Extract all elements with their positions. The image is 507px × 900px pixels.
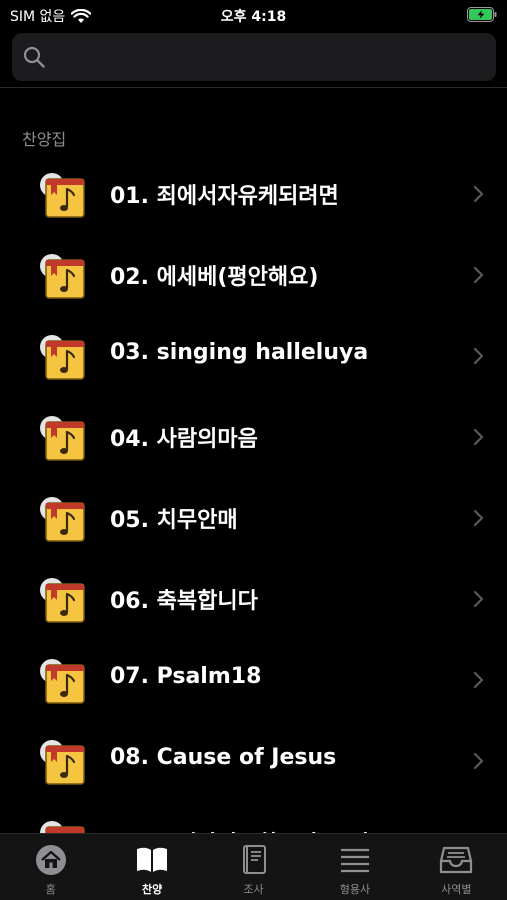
songbook-icon (40, 578, 85, 623)
carrier-label: SIM 없음 (10, 9, 66, 25)
song-row[interactable]: 05. 치무안매 (0, 478, 507, 559)
chevron-right-icon (473, 185, 484, 203)
tab-home[interactable]: 홈 (0, 834, 101, 900)
song-list[interactable]: 01. 죄에서자유케되려면 02. 에세베(평안해요) 03. singing ha… (0, 154, 507, 834)
song-row[interactable]: 08. Cause of Jesus (0, 721, 507, 802)
song-row[interactable]: 02. 에세베(평안해요) (0, 235, 507, 316)
chevron-right-icon (473, 752, 484, 770)
book-icon (242, 845, 266, 874)
carrier-group: SIM 없음 (10, 6, 92, 26)
song-row[interactable]: 01. 죄에서자유케되려면 (0, 154, 507, 235)
tab-label: 형용사 (339, 883, 371, 896)
search-icon (23, 46, 45, 68)
song-row[interactable]: 09. 모리아땅로하무야(주님 (0, 802, 507, 834)
song-title: 08. Cause of Jesus (110, 745, 337, 770)
chevron-right-icon (473, 428, 484, 446)
chevron-right-icon (473, 590, 484, 608)
tab-bar: 홈 찬양 조사 형용사 사역별 (0, 833, 507, 900)
book-open-icon (137, 847, 168, 872)
section-header: 찬양집 (22, 130, 67, 149)
wifi-icon (71, 8, 92, 23)
chevron-right-icon (473, 509, 484, 527)
song-title: 05. 치무안매 (110, 508, 238, 533)
chevron-right-icon (473, 266, 484, 284)
header-divider (0, 87, 507, 88)
tab-ministry[interactable]: 사역별 (406, 834, 507, 900)
song-row[interactable]: 04. 사람의마음 (0, 397, 507, 478)
chevron-right-icon (473, 671, 484, 689)
tab-label: 홈 (45, 883, 56, 896)
songbook-icon (40, 659, 85, 704)
songbook-icon (40, 335, 85, 380)
songbook-icon (40, 173, 85, 218)
songbook-icon (40, 497, 85, 542)
search-input[interactable] (56, 33, 486, 81)
battery-charging-icon (467, 7, 497, 22)
songbook-icon (40, 740, 85, 785)
song-title: 01. 죄에서자유케되려면 (110, 184, 339, 209)
songbook-icon (40, 254, 85, 299)
song-row[interactable]: 07. Psalm18 (0, 640, 507, 721)
songbook-icon (40, 416, 85, 461)
tray-icon (440, 846, 473, 874)
tab-label: 사역별 (441, 883, 472, 896)
tab-label: 조사 (243, 883, 264, 896)
song-title: 04. 사람의마음 (110, 427, 258, 452)
song-title: 03. singing halleluya (110, 340, 369, 365)
song-row[interactable]: 06. 축복합니다 (0, 559, 507, 640)
tab-adjectives[interactable]: 형용사 (304, 834, 405, 900)
song-title: 02. 에세베(평안해요) (110, 265, 319, 290)
tab-label: 찬양 (141, 883, 163, 896)
list-icon (340, 848, 369, 873)
songbook-icon (40, 821, 85, 834)
song-row[interactable]: 03. singing halleluya (0, 316, 507, 397)
tab-particles[interactable]: 조사 (203, 834, 304, 900)
home-icon (35, 845, 66, 875)
chevron-right-icon (473, 347, 484, 365)
search-bar[interactable] (12, 33, 496, 81)
song-title: 07. Psalm18 (110, 664, 262, 689)
song-title: 06. 축복합니다 (110, 589, 258, 614)
tab-praise[interactable]: 찬양 (101, 834, 202, 900)
status-bar: SIM 없음 오후 4:18 (0, 0, 507, 30)
